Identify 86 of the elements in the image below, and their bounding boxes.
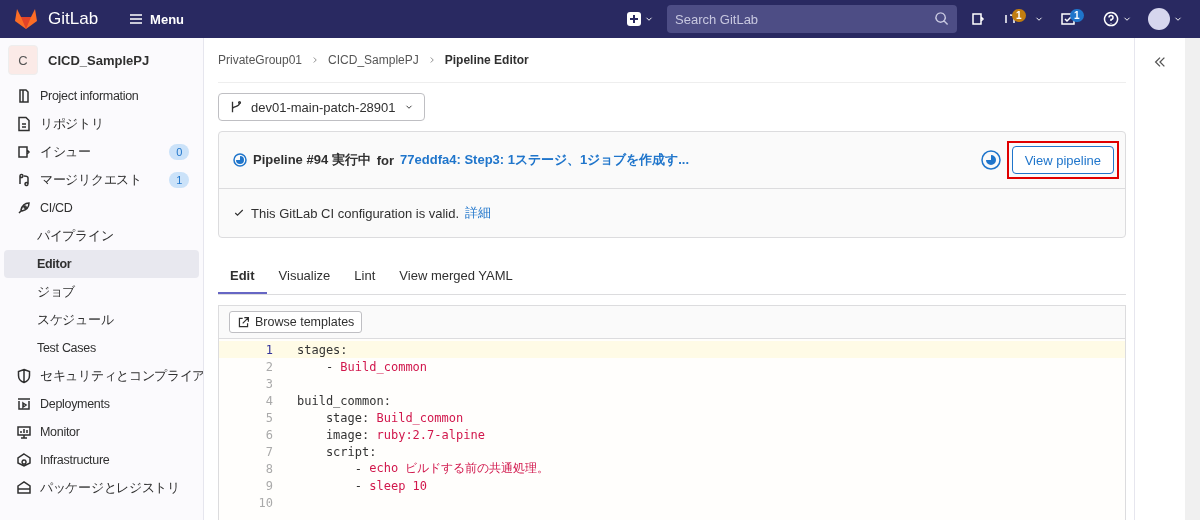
line-number: 4 [264,393,274,408]
plus-square-icon [627,12,641,26]
sidebar-item[interactable]: リポジトリ [4,110,199,138]
project-name[interactable]: CICD_SamplePJ [48,52,150,68]
monitor-icon [16,424,32,440]
line-number: 5 [264,410,274,425]
breadcrumb-link[interactable]: PrivateGroup01 [218,53,303,67]
count-badge: 1 [1070,9,1084,22]
line-number: 2 [264,359,274,374]
sidebar-item[interactable]: Monitor [4,418,199,446]
tab[interactable]: Edit [218,258,267,294]
sidebar-item[interactable]: Test Cases [4,334,199,362]
code-value: echo ビルドする前の共通処理。 [369,460,550,477]
sidebar-item[interactable]: Infrastructure [4,446,199,474]
pipeline-status: Pipeline #94 実行中 [253,151,371,169]
project-avatar[interactable]: C [8,45,38,75]
sidebar-item[interactable]: スケジュール [4,306,199,334]
view-pipeline-button[interactable]: View pipeline [1011,146,1114,174]
code-text: build_common: [297,393,391,408]
code-value: sleep 10 [369,478,428,493]
rocket-icon [16,200,32,216]
deployments-icon [16,396,32,412]
sidebar-item[interactable]: パイプライン [4,222,199,250]
sidebar-item[interactable]: Editor [4,250,199,278]
validation-message: This GitLab CI configuration is valid. [251,205,460,221]
branch-icon [229,100,243,114]
running-status-icon [980,150,1001,170]
book-icon [16,88,32,104]
avatar [1148,8,1170,30]
line-number: 6 [264,427,274,442]
sidebar-item[interactable]: Project information [4,82,199,110]
sidebar-item[interactable]: CI/CD [4,194,199,222]
checkbox-icon [1060,11,1076,27]
code-value: ruby:2.7-alpine [376,427,485,442]
double-chevron-icon [1153,55,1167,69]
code-text: script: [324,444,377,459]
sidebar-item[interactable]: Deployments [4,390,199,418]
count-badge: 0 [169,144,189,160]
count-badge: 1 [169,172,189,188]
details-link[interactable]: 詳細 [465,204,492,222]
line-number: 10 [257,495,274,510]
sidebar-item[interactable]: パッケージとレジストリ [4,474,199,502]
breadcrumb-link[interactable]: Pipeline Editor [444,53,529,67]
line-number: 9 [264,478,274,493]
breadcrumb-link[interactable]: CICD_SamplePJ [328,53,419,67]
infrastructure-icon [16,452,32,468]
search-field[interactable]: Search GitLab [667,5,957,33]
code-text: stage: [324,410,371,425]
package-icon [16,480,32,496]
running-status-icon [233,153,247,167]
code-text: - [353,461,364,476]
shield-icon [16,368,32,384]
help-icon [1103,11,1119,27]
issues-icon [16,144,32,160]
sidebar-item[interactable]: イシュー 0 [4,138,199,166]
issues-icon [970,11,986,27]
line-number: 3 [264,376,274,391]
code-value: Build_common [376,410,464,425]
search-icon [934,11,949,26]
code-value: Build_common [340,359,428,374]
todos-button[interactable]: 1 [1057,8,1090,30]
external-link-icon [237,315,250,329]
line-number: 8 [264,461,274,476]
code-text: - [324,359,335,374]
line-number: 7 [264,444,274,459]
code-text: stages: [297,342,348,357]
brand-name[interactable]: GitLab [48,9,99,29]
sidebar-item[interactable]: マージリクエスト 1 [4,166,199,194]
check-icon [233,207,245,219]
branch-dropdown[interactable]: dev01-main-patch-28901 [218,93,425,121]
tab[interactable]: Lint [342,258,388,294]
scrollbar[interactable] [1185,38,1200,520]
count-badge: 1 [1012,9,1026,22]
line-number: 1 [264,342,274,357]
menu-button[interactable]: Menu [122,7,191,31]
code-text: - [353,478,364,493]
sidebar-item[interactable]: ジョブ [4,278,199,306]
document-icon [16,116,32,132]
tab[interactable]: Visualize [266,258,343,294]
browse-templates-button[interactable]: Browse templates [229,311,363,333]
code-text: image: [324,427,371,442]
menu-icon [128,11,145,27]
fox-logo[interactable] [14,8,38,30]
for-label: for [376,152,395,168]
tab[interactable]: View merged YAML [387,258,525,294]
commit-link[interactable]: 77eddfa4: Step3: 1ステージ、1ジョブを作成す... [400,151,690,169]
